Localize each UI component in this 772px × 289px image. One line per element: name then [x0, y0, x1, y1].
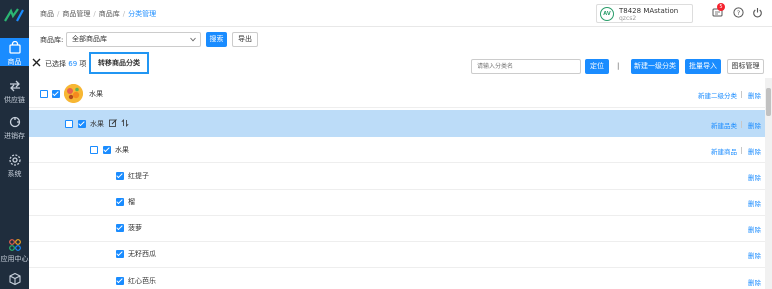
- product-label: 榴: [128, 198, 135, 206]
- product-label: 菠萝: [128, 224, 142, 232]
- sidebar-item-goods[interactable]: 商品: [0, 38, 29, 66]
- search-button[interactable]: 搜索: [206, 32, 227, 47]
- row-checkbox[interactable]: [116, 277, 124, 285]
- sidebar-item-supply-chain[interactable]: 供应链: [0, 79, 29, 105]
- new-primary-category-button[interactable]: 新建一级分类: [631, 59, 679, 74]
- help-icon[interactable]: ?: [733, 7, 744, 18]
- sidebar: 商品 供应链 进销存 系统 应用中心: [0, 0, 29, 289]
- product-row: 红心芭乐 删除: [29, 268, 765, 289]
- action-divider: [741, 91, 742, 98]
- supply-chain-icon: [9, 80, 20, 92]
- delete-link[interactable]: 删除: [748, 277, 761, 287]
- row-checkbox[interactable]: [116, 172, 124, 180]
- row-checkbox[interactable]: [78, 120, 86, 128]
- move-category-button[interactable]: 转移商品分类: [89, 52, 149, 74]
- delete-link[interactable]: 删除: [748, 146, 761, 156]
- locate-button[interactable]: 定位: [585, 59, 609, 74]
- category-label: 水果: [90, 120, 104, 128]
- sidebar-item-inventory[interactable]: 进销存: [0, 115, 29, 141]
- breadcrumb-current: 分类管理: [128, 10, 157, 18]
- product-label: 红提子: [128, 172, 149, 180]
- category-search-input[interactable]: [471, 59, 581, 74]
- breadcrumb-item[interactable]: 商品库: [99, 10, 120, 18]
- row-checkbox[interactable]: [52, 90, 60, 98]
- sidebar-item-cube[interactable]: [0, 272, 29, 288]
- sidebar-item-app-center[interactable]: 应用中心: [0, 238, 29, 264]
- action-divider: [741, 147, 742, 154]
- row-checkbox[interactable]: [90, 146, 98, 154]
- breadcrumb: 商品 / 商品管理 / 商品库 / 分类管理: [40, 10, 157, 18]
- notification-badge: 5: [717, 3, 725, 11]
- user-sub: qzcs2: [619, 15, 637, 22]
- delete-link[interactable]: 删除: [748, 224, 761, 234]
- inventory-icon: [9, 116, 20, 128]
- sidebar-item-label: 进销存: [4, 132, 25, 140]
- row-checkbox[interactable]: [116, 224, 124, 232]
- selected-count: 69: [68, 60, 78, 68]
- new-product-link[interactable]: 新建商品: [711, 146, 737, 156]
- toolbar-separator: |: [617, 62, 620, 70]
- app-logo-icon: [4, 8, 24, 22]
- action-divider: [741, 121, 742, 128]
- product-row: 榴 删除: [29, 190, 765, 216]
- sidebar-item-label: 商品: [7, 58, 22, 66]
- sidebar-item-label: 供应链: [4, 96, 25, 104]
- delete-link[interactable]: 删除: [748, 172, 761, 182]
- selected-prefix: 已选择: [45, 60, 66, 68]
- delete-link[interactable]: 删除: [748, 250, 761, 260]
- library-select[interactable]: 全部商品库: [66, 32, 201, 47]
- library-select-value: 全部商品库: [72, 35, 107, 43]
- product-row: 红提子 删除: [29, 164, 765, 190]
- selected-suffix: 项: [79, 60, 87, 68]
- sidebar-item-system[interactable]: 系统: [0, 153, 29, 179]
- sidebar-item-label: 应用中心: [0, 255, 29, 263]
- scrollbar-thumb[interactable]: [766, 88, 771, 116]
- breadcrumb-item[interactable]: 商品管理: [62, 10, 90, 18]
- category-thumbnail: [64, 84, 83, 103]
- user-account-box[interactable]: AV T8428 MAstation qzcs2: [596, 4, 693, 23]
- delete-link[interactable]: 删除: [748, 90, 761, 100]
- avatar: AV: [600, 7, 614, 21]
- product-row: 无籽西瓜 删除: [29, 242, 765, 268]
- sidebar-item-label: 系统: [7, 170, 22, 178]
- fruit-image-icon: [64, 84, 83, 103]
- selected-count-text: 已选择 69 项: [45, 59, 86, 69]
- product-row: 菠萝 删除: [29, 216, 765, 242]
- cube-icon: [8, 272, 21, 286]
- row-checkbox[interactable]: [65, 120, 73, 128]
- row-checkbox[interactable]: [103, 146, 111, 154]
- sort-icon[interactable]: [121, 119, 129, 127]
- svg-text:?: ?: [737, 9, 740, 17]
- category-label: 水果: [115, 146, 129, 154]
- new-secondary-category-link[interactable]: 新建二级分类: [698, 90, 737, 100]
- bag-icon: [8, 41, 21, 54]
- tree-row-level2: 水果 新建品类 删除: [29, 110, 765, 137]
- breadcrumb-item[interactable]: 商品: [40, 10, 54, 18]
- icon-management-button[interactable]: 图标管理: [727, 59, 764, 74]
- delete-link[interactable]: 删除: [748, 120, 761, 130]
- row-checkbox[interactable]: [116, 250, 124, 258]
- edit-icon[interactable]: [109, 119, 117, 127]
- product-label: 无籽西瓜: [128, 250, 156, 258]
- export-button[interactable]: 导出: [232, 32, 258, 47]
- power-icon[interactable]: [752, 7, 763, 18]
- tree-row-level3: 水果 新建商品 删除: [29, 138, 765, 163]
- app-center-icon: [8, 239, 21, 251]
- product-label: 红心芭乐: [128, 277, 156, 285]
- row-checkbox[interactable]: [40, 90, 48, 98]
- library-label: 商品库:: [40, 36, 64, 44]
- batch-import-button[interactable]: 批量导入: [685, 59, 721, 74]
- category-label: 水果: [89, 90, 103, 98]
- delete-link[interactable]: 删除: [748, 198, 761, 208]
- row-checkbox[interactable]: [116, 198, 124, 206]
- user-name: T8428 MAstation: [619, 7, 679, 15]
- chevron-down-icon: [190, 37, 196, 42]
- gear-icon: [8, 154, 21, 166]
- tree-row-level1: 水果 新建二级分类 删除: [29, 80, 765, 108]
- close-icon[interactable]: [32, 58, 41, 67]
- new-type-link[interactable]: 新建品类: [711, 120, 737, 130]
